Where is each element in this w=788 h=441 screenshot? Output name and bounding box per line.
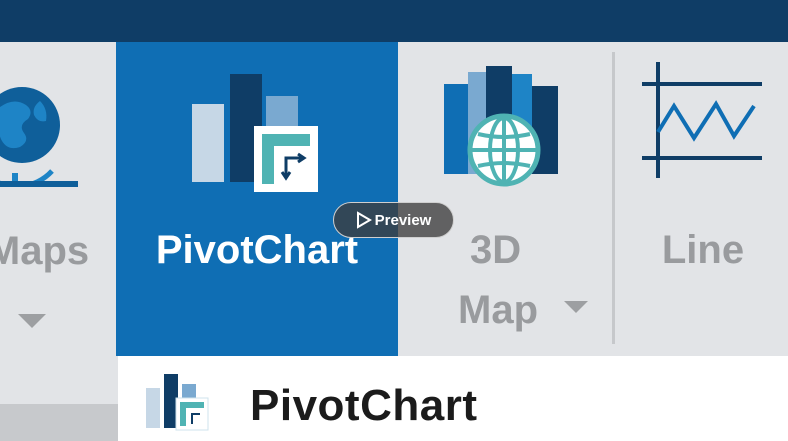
pivotchart-icon	[190, 72, 320, 199]
play-icon	[356, 211, 372, 229]
globe-icon	[0, 67, 80, 192]
title-bar	[0, 0, 788, 42]
chevron-down-icon[interactable]	[564, 300, 588, 318]
pivotchart-button[interactable]: PivotChart	[116, 42, 398, 356]
left-panel	[0, 356, 118, 404]
3d-map-label-line2: Map	[458, 288, 538, 332]
preview-label: Preview	[374, 211, 432, 229]
3d-map-button[interactable]: 3D Map	[398, 42, 612, 356]
line-sparkline-button[interactable]: Line	[618, 42, 788, 356]
tooltip-card: PivotChart	[118, 356, 788, 441]
line-sparkline-icon	[638, 62, 768, 187]
chevron-down-icon[interactable]	[18, 314, 46, 333]
ribbon-insert-charts: Maps PivotChart 3D Map Line	[0, 42, 788, 356]
line-label: Line	[661, 228, 745, 272]
maps-label: Maps	[0, 229, 90, 273]
maps-button[interactable]: Maps	[0, 42, 116, 356]
pivotchart-icon	[144, 372, 210, 437]
left-panel-lower	[0, 404, 118, 441]
3d-map-icon	[442, 64, 566, 193]
group-separator	[612, 52, 615, 344]
tooltip-title: PivotChart	[250, 381, 478, 430]
preview-button[interactable]: Preview	[333, 202, 454, 238]
3d-map-label-line1: 3D	[470, 228, 522, 272]
